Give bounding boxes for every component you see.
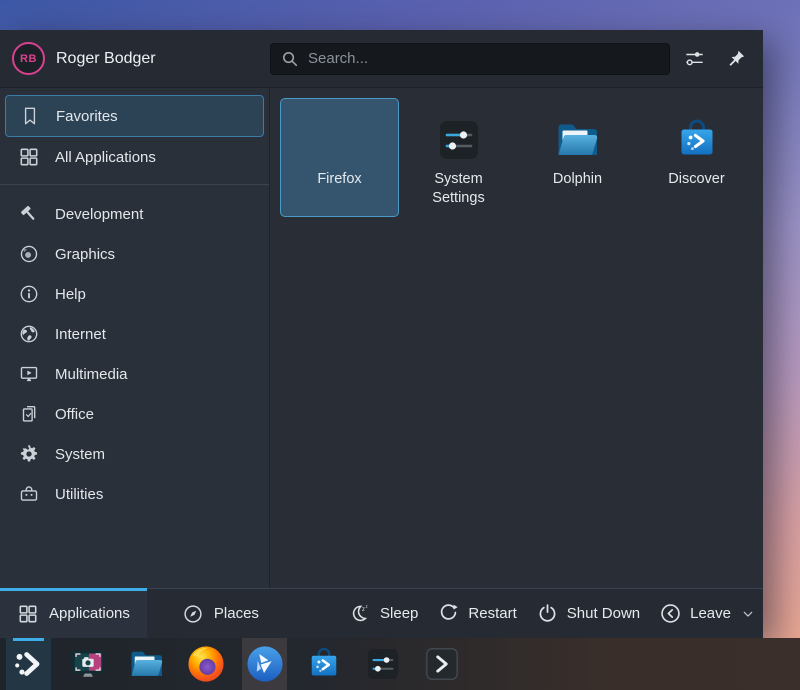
- app-grid: Firefox System Settings Dolphin Discover: [270, 88, 763, 588]
- toolbox-icon: [18, 483, 40, 505]
- moon-icon: zz: [349, 602, 372, 625]
- sidebar-item-label: Graphics: [55, 246, 115, 263]
- action-label: Restart: [468, 605, 516, 622]
- sidebar-item-label: Favorites: [56, 108, 118, 125]
- power-icon: [536, 602, 559, 625]
- sidebar-item-utilities[interactable]: Utilities: [5, 474, 264, 514]
- firefox-icon: [281, 116, 398, 164]
- session-actions: zz Sleep Restart Shut Down Lea: [349, 602, 755, 625]
- sidebar-item-label: Development: [55, 206, 143, 223]
- taskbar-item-kde-app[interactable]: [242, 638, 287, 690]
- sidebar-item-multimedia[interactable]: Multimedia: [5, 354, 264, 394]
- svg-text:z: z: [365, 604, 367, 609]
- sidebar-item-label: All Applications: [55, 149, 156, 166]
- avatar[interactable]: RB: [12, 42, 45, 75]
- terminal-icon: [423, 645, 461, 683]
- globe-icon: [18, 323, 40, 345]
- bookmark-icon: [19, 105, 41, 127]
- kde-logo-icon: [246, 645, 284, 683]
- system-settings-icon: [364, 645, 402, 683]
- compass-icon: [182, 603, 204, 625]
- screenshot-icon: [69, 645, 107, 683]
- documents-icon: [18, 403, 40, 425]
- app-tile-firefox[interactable]: Firefox: [280, 98, 399, 217]
- app-tile-dolphin[interactable]: Dolphin: [518, 98, 637, 217]
- graphics-icon: [18, 243, 40, 265]
- sidebar-item-label: Office: [55, 406, 94, 423]
- folder-icon: [518, 116, 637, 164]
- discover-bag-icon: [637, 116, 756, 164]
- leave-button[interactable]: Leave: [659, 602, 755, 625]
- info-icon: [18, 283, 40, 305]
- sidebar: Favorites All Applications Development: [0, 88, 270, 588]
- user-name: Roger Bodger: [56, 50, 156, 68]
- taskbar-panel: [0, 638, 800, 690]
- taskbar-item-spectacle[interactable]: [65, 638, 110, 690]
- sidebar-item-label: System: [55, 446, 105, 463]
- tab-label: Places: [214, 605, 259, 622]
- sidebar-item-help[interactable]: Help: [5, 274, 264, 314]
- sidebar-item-label: Help: [55, 286, 86, 303]
- search-input[interactable]: Search...: [270, 43, 670, 75]
- grid-icon: [17, 603, 39, 625]
- launcher-footer: Applications Places zz Sleep Restart: [0, 588, 763, 638]
- search-placeholder: Search...: [308, 50, 368, 67]
- app-label: Discover: [650, 170, 744, 189]
- user-block: RB Roger Bodger: [0, 42, 270, 75]
- restart-icon: [437, 602, 460, 625]
- app-label: Dolphin: [531, 170, 625, 189]
- system-settings-icon: [399, 116, 518, 164]
- folder-icon: [128, 645, 166, 683]
- firefox-icon: [187, 645, 225, 683]
- app-label: System Settings: [412, 170, 506, 208]
- leave-icon: [659, 602, 682, 625]
- grid-icon: [18, 146, 40, 168]
- sidebar-item-office[interactable]: Office: [5, 394, 264, 434]
- configure-sliders-icon[interactable]: [681, 46, 707, 72]
- tab-label: Applications: [49, 605, 130, 622]
- taskbar-item-dolphin[interactable]: [124, 638, 169, 690]
- sidebar-separator: [0, 184, 269, 185]
- sidebar-item-label: Internet: [55, 326, 106, 343]
- active-tab-indicator: [0, 588, 147, 591]
- svg-text:z: z: [362, 606, 365, 613]
- launcher-header: RB Roger Bodger Search...: [0, 30, 763, 88]
- sidebar-item-development[interactable]: Development: [5, 194, 264, 234]
- restart-button[interactable]: Restart: [437, 602, 516, 625]
- tab-places[interactable]: Places: [165, 589, 276, 638]
- launcher-body: Favorites All Applications Development: [0, 88, 763, 588]
- shut-down-button[interactable]: Shut Down: [536, 602, 640, 625]
- sleep-button[interactable]: zz Sleep: [349, 602, 418, 625]
- action-label: Sleep: [380, 605, 418, 622]
- taskbar-item-system-settings[interactable]: [360, 638, 405, 690]
- header-actions: [681, 46, 763, 72]
- sidebar-item-internet[interactable]: Internet: [5, 314, 264, 354]
- discover-bag-icon: [305, 645, 343, 683]
- app-tile-system-settings[interactable]: System Settings: [399, 98, 518, 217]
- sidebar-item-graphics[interactable]: Graphics: [5, 234, 264, 274]
- monitor-play-icon: [18, 363, 40, 385]
- search-icon: [281, 50, 299, 68]
- app-label: Firefox: [293, 170, 387, 189]
- taskbar-item-discover[interactable]: [301, 638, 346, 690]
- pin-icon[interactable]: [723, 46, 749, 72]
- taskbar-item-firefox[interactable]: [183, 638, 228, 690]
- sidebar-item-all-applications[interactable]: All Applications: [5, 137, 264, 177]
- sidebar-item-system[interactable]: System: [5, 434, 264, 474]
- action-label: Shut Down: [567, 605, 640, 622]
- application-launcher-window: RB Roger Bodger Search...: [0, 30, 763, 638]
- taskbar-app-launcher-button[interactable]: [6, 638, 51, 690]
- tab-applications[interactable]: Applications: [0, 589, 147, 638]
- action-label: Leave: [690, 605, 731, 622]
- sidebar-item-favorites[interactable]: Favorites: [5, 95, 264, 137]
- gear-icon: [18, 443, 40, 465]
- sidebar-item-label: Utilities: [55, 486, 103, 503]
- active-task-indicator: [13, 638, 44, 641]
- kickoff-icon: [10, 645, 48, 683]
- app-tile-discover[interactable]: Discover: [637, 98, 756, 217]
- taskbar-item-konsole[interactable]: [419, 638, 464, 690]
- sidebar-item-label: Multimedia: [55, 366, 128, 383]
- hammer-icon: [18, 203, 40, 225]
- chevron-down-icon[interactable]: [741, 607, 755, 621]
